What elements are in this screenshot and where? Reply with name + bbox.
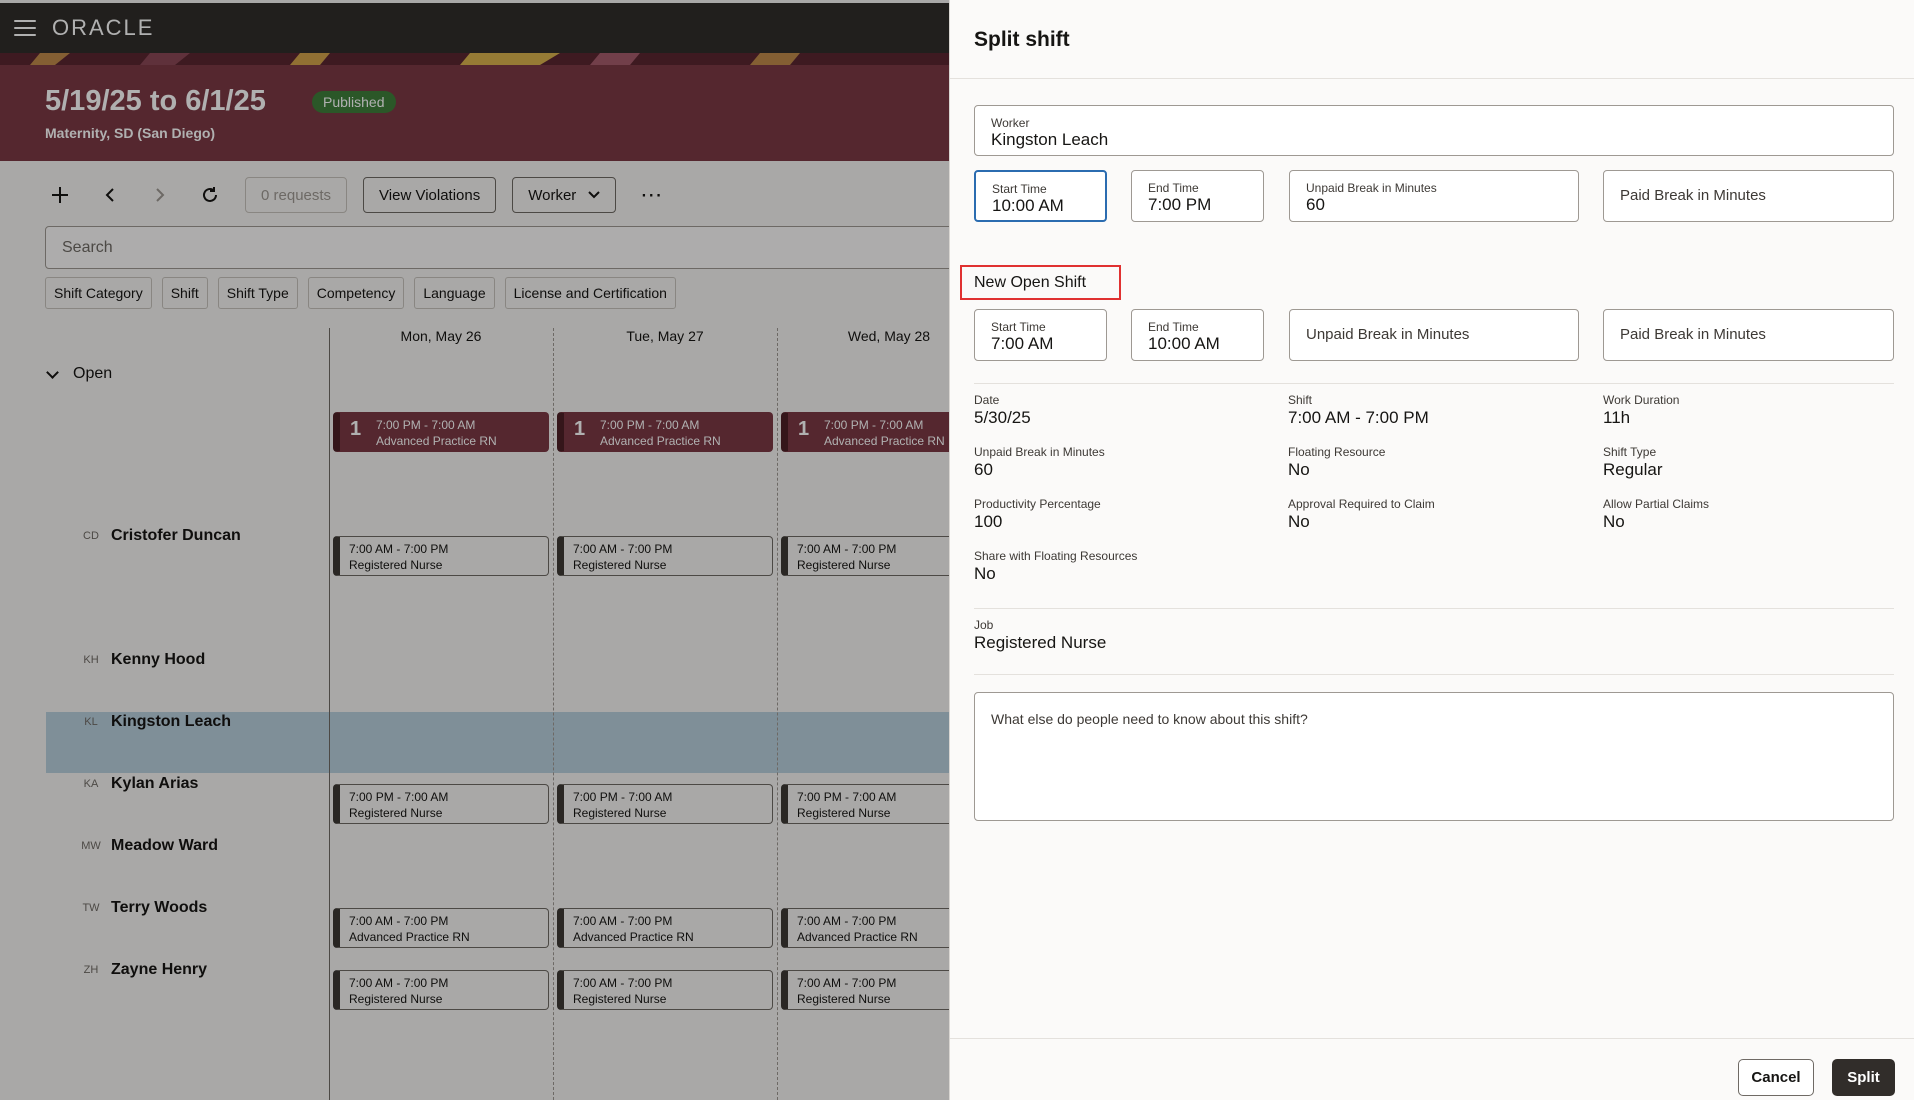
divider: [974, 674, 1894, 675]
detail-label: Job: [974, 618, 994, 632]
detail-value: Regular: [1603, 460, 1663, 479]
start-time-label: Start Time: [992, 182, 1047, 196]
detail-shift-type: Shift Type Regular: [1603, 445, 1663, 481]
detail-label: Productivity Percentage: [974, 497, 1101, 511]
start-time-field[interactable]: Start Time 10:00 AM: [974, 170, 1107, 222]
new-end-time-value: 10:00 AM: [1148, 334, 1220, 353]
detail-productivity: Productivity Percentage 100: [974, 497, 1101, 533]
detail-label: Work Duration: [1603, 393, 1680, 407]
paid-break-field[interactable]: Paid Break in Minutes: [1603, 170, 1894, 222]
split-shift-drawer: Split shift Worker Kingston Leach Start …: [949, 0, 1914, 1100]
detail-value: No: [1603, 512, 1625, 531]
detail-label: Shift: [1288, 393, 1313, 407]
divider: [974, 608, 1894, 609]
worker-field: Worker Kingston Leach: [974, 105, 1894, 156]
detail-work-duration: Work Duration 11h: [1603, 393, 1679, 429]
worker-field-label: Worker: [991, 116, 1030, 130]
detail-label: Unpaid Break in Minutes: [974, 445, 1105, 459]
new-paid-break-field[interactable]: Paid Break in Minutes: [1603, 309, 1894, 361]
detail-share-floating: Share with Floating Resources No: [974, 549, 1137, 585]
new-unpaid-break-placeholder: Unpaid Break in Minutes: [1306, 326, 1470, 343]
new-end-time-label: End Time: [1148, 320, 1199, 334]
detail-value: 11h: [1603, 408, 1631, 427]
new-paid-break-placeholder: Paid Break in Minutes: [1620, 326, 1766, 343]
divider: [950, 78, 1914, 79]
cancel-button[interactable]: Cancel: [1738, 1059, 1814, 1096]
detail-label: Date: [974, 393, 1000, 407]
divider: [950, 1038, 1914, 1039]
detail-date: Date 5/30/25: [974, 393, 1031, 429]
detail-value: Registered Nurse: [974, 633, 1107, 652]
split-button[interactable]: Split: [1832, 1059, 1895, 1096]
new-unpaid-break-field[interactable]: Unpaid Break in Minutes: [1289, 309, 1579, 361]
detail-value: 5/30/25: [974, 408, 1031, 427]
shift-notes-textarea[interactable]: What else do people need to know about t…: [974, 692, 1894, 821]
unpaid-break-value: 60: [1306, 195, 1325, 214]
end-time-field[interactable]: End Time 7:00 PM: [1131, 170, 1264, 222]
detail-label: Allow Partial Claims: [1603, 497, 1710, 511]
end-time-label: End Time: [1148, 181, 1199, 195]
unpaid-break-label: Unpaid Break in Minutes: [1306, 181, 1437, 195]
detail-label: Floating Resource: [1288, 445, 1386, 459]
detail-value: 100: [974, 512, 1003, 531]
detail-shift: Shift 7:00 AM - 7:00 PM: [1288, 393, 1429, 429]
detail-value: No: [974, 564, 996, 583]
modal-overlay[interactable]: [0, 0, 949, 1100]
detail-label: Shift Type: [1603, 445, 1657, 459]
detail-label: Share with Floating Resources: [974, 549, 1138, 563]
detail-label: Approval Required to Claim: [1288, 497, 1435, 511]
detail-value: 7:00 AM - 7:00 PM: [1288, 408, 1429, 427]
divider: [974, 383, 1894, 384]
new-start-time-label: Start Time: [991, 320, 1046, 334]
new-end-time-field[interactable]: End Time 10:00 AM: [1131, 309, 1264, 361]
start-time-value: 10:00 AM: [992, 196, 1064, 215]
end-time-value: 7:00 PM: [1148, 195, 1212, 214]
detail-value: No: [1288, 460, 1310, 479]
detail-job: Job Registered Nurse: [974, 618, 1106, 654]
new-start-time-value: 7:00 AM: [991, 334, 1054, 353]
drawer-title: Split shift: [974, 28, 1070, 51]
schedule-app: ORACLE 5/19/25 to 6/1/25 Published Mater…: [0, 0, 949, 1100]
unpaid-break-field[interactable]: Unpaid Break in Minutes 60: [1289, 170, 1579, 222]
detail-value: No: [1288, 512, 1310, 531]
new-open-shift-heading: New Open Shift: [960, 265, 1121, 300]
detail-unpaid-break: Unpaid Break in Minutes 60: [974, 445, 1105, 481]
new-start-time-field[interactable]: Start Time 7:00 AM: [974, 309, 1107, 361]
detail-floating-resource: Floating Resource No: [1288, 445, 1385, 481]
paid-break-placeholder: Paid Break in Minutes: [1620, 187, 1766, 204]
detail-approval-required: Approval Required to Claim No: [1288, 497, 1435, 533]
worker-field-value: Kingston Leach: [991, 130, 1109, 149]
detail-value: 60: [974, 460, 993, 479]
detail-partial-claims: Allow Partial Claims No: [1603, 497, 1709, 533]
